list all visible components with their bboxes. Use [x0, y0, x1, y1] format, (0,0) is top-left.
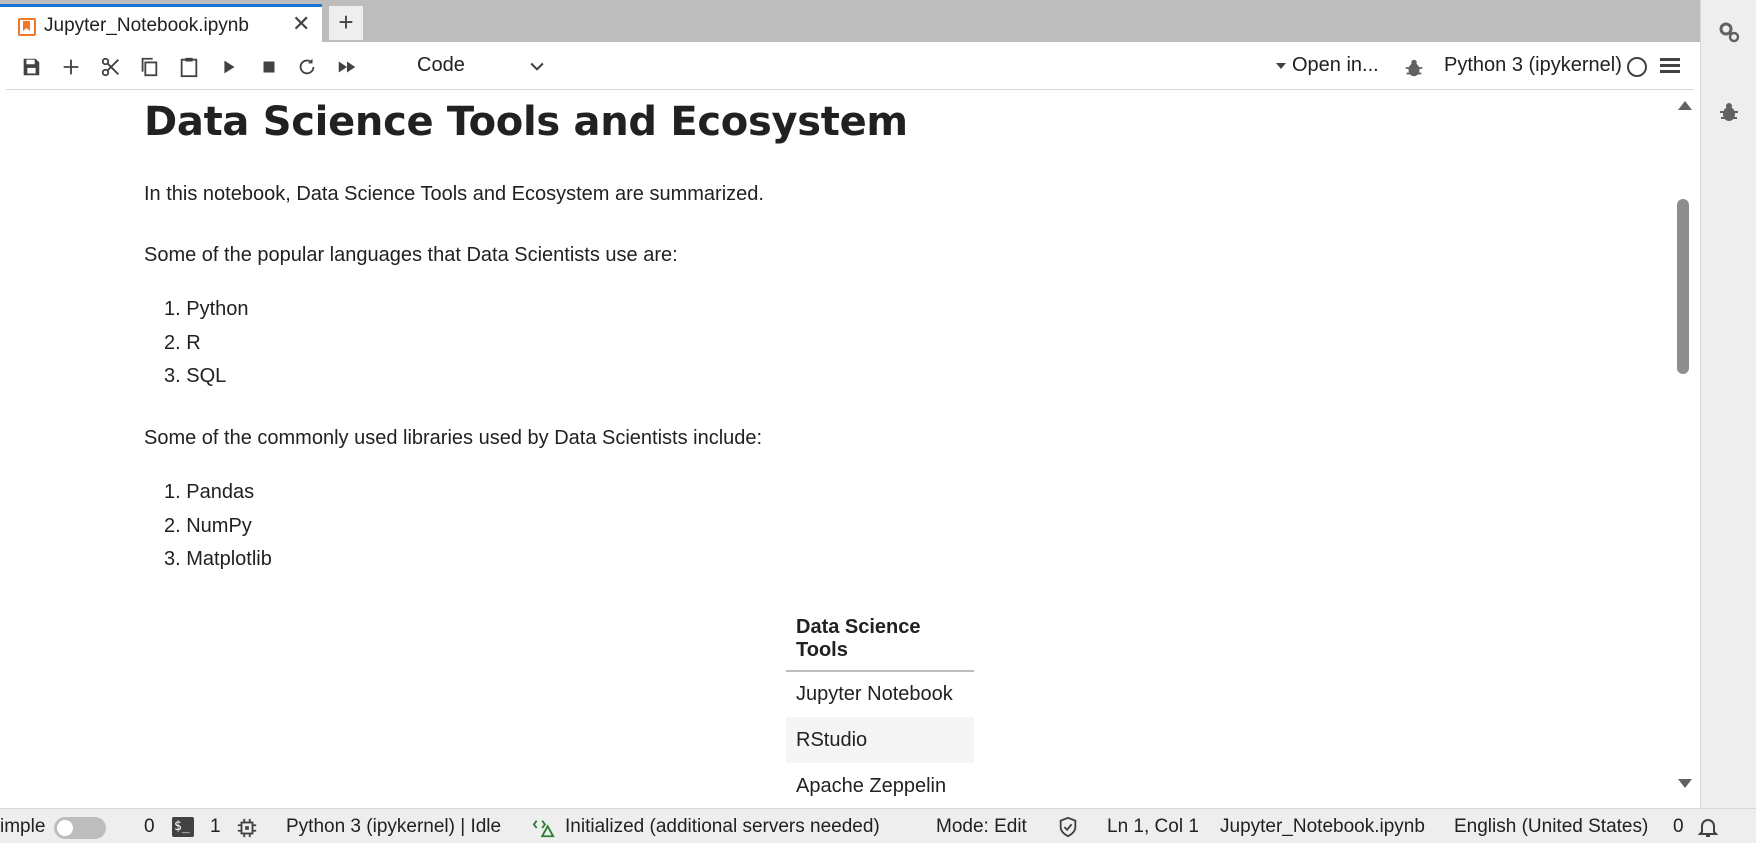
close-tab-icon[interactable]: ✕	[292, 13, 310, 35]
scissors-icon	[101, 57, 119, 77]
notifications-count[interactable]: 0	[1673, 816, 1684, 838]
bug-icon[interactable]	[1403, 57, 1425, 79]
simple-mode-label: imple	[0, 816, 46, 837]
scroll-down-arrow[interactable]	[1678, 779, 1692, 788]
cpu-icon	[237, 818, 257, 838]
caret-down-icon	[1276, 62, 1286, 69]
simple-mode-toggle[interactable]	[54, 817, 106, 839]
tools-table: Data Science Tools Jupyter Notebook RStu…	[786, 606, 974, 801]
stop-icon	[263, 61, 275, 73]
open-in-button[interactable]: Open in...	[1276, 54, 1379, 77]
notebook-heading: Data Science Tools and Ecosystem	[144, 99, 908, 145]
list-item: 1. Python	[164, 298, 249, 320]
notebook-toolbar: Code Open in... Python 3 (ipykernel)	[6, 42, 1694, 90]
run-button[interactable]	[216, 54, 242, 80]
run-all-button[interactable]	[334, 54, 360, 80]
shield-check-icon[interactable]	[1057, 816, 1079, 838]
cursor-position[interactable]: Ln 1, Col 1	[1107, 816, 1199, 838]
clipboard-icon	[180, 57, 198, 78]
status-bar: imple 0 $_ 1 Python 3 (ipykernel) | Idle…	[0, 808, 1756, 843]
table-row: Apache Zeppelin	[786, 763, 974, 801]
debugger-icon[interactable]	[1717, 100, 1741, 124]
intro-text: In this notebook, Data Science Tools and…	[144, 183, 764, 205]
insert-cell-button[interactable]	[58, 54, 84, 80]
open-in-label: Open in...	[1292, 54, 1379, 76]
table-cell: Apache Zeppelin	[796, 774, 947, 797]
languages-intro: Some of the popular languages that Data …	[144, 244, 678, 266]
cell-type-value: Code	[417, 54, 465, 76]
scroll-thumb[interactable]	[1677, 199, 1689, 374]
table-cell: RStudio	[786, 717, 974, 763]
save-button[interactable]	[18, 54, 44, 80]
kernel-status-icon	[1627, 57, 1647, 77]
notebook-panel: Data Science Tools and Ecosystem In this…	[6, 91, 1694, 801]
language-selector[interactable]: English (United States)	[1454, 816, 1648, 838]
tab-bar: Jupyter_Notebook.ipynb ✕ +	[0, 0, 1700, 42]
kernel-status[interactable]: Python 3 (ipykernel) | Idle	[286, 816, 501, 838]
restart-button[interactable]	[294, 54, 320, 80]
libraries-list: 1. Pandas 2. NumPy 3. Matplotlib	[144, 476, 272, 577]
terminal-icon: $_	[172, 817, 194, 837]
interrupt-button[interactable]	[256, 54, 282, 80]
scroll-up-arrow[interactable]	[1678, 101, 1692, 110]
play-icon	[224, 60, 235, 74]
table-row: Jupyter Notebook	[786, 671, 974, 717]
table-header: Data Science Tools	[786, 606, 974, 672]
cut-button[interactable]	[98, 54, 124, 80]
notebook-icon	[18, 18, 36, 36]
notebook-tab[interactable]: Jupyter_Notebook.ipynb ✕	[0, 4, 322, 42]
list-item: 3. Matplotlib	[164, 548, 272, 570]
editor-mode: Mode: Edit	[936, 816, 1027, 837]
lsp-status[interactable]: Initialized (additional servers needed)	[565, 816, 880, 838]
right-sidebar	[1700, 0, 1756, 843]
menu-icon[interactable]	[1660, 58, 1680, 74]
list-item: 2. R	[164, 331, 201, 354]
fast-forward-icon	[338, 61, 356, 73]
property-inspector-icon[interactable]	[1717, 20, 1741, 44]
vertical-scrollbar[interactable]	[1672, 91, 1694, 801]
new-tab-button[interactable]: +	[329, 6, 363, 40]
plus-icon	[63, 59, 79, 75]
table-row: RStudio	[786, 717, 974, 763]
list-item: 3. SQL	[164, 365, 227, 387]
list-item: 2. NumPy	[164, 514, 252, 537]
kernel-name-button[interactable]: Python 3 (ipykernel)	[1444, 54, 1622, 77]
list-item: 1. Pandas	[164, 481, 255, 503]
save-icon	[23, 58, 40, 76]
refresh-icon	[299, 58, 315, 75]
paste-button[interactable]	[176, 54, 202, 80]
copy-icon	[141, 57, 158, 77]
lsp-warning-icon	[532, 820, 555, 838]
libraries-intro: Some of the commonly used libraries used…	[144, 427, 763, 449]
chevron-down-icon	[530, 62, 544, 71]
terminals-count[interactable]: 0	[144, 816, 155, 838]
tab-title: Jupyter_Notebook.ipynb	[44, 15, 249, 36]
languages-list: 1. Python 2. R 3. SQL	[144, 293, 249, 394]
cell-type-select[interactable]: Code	[417, 54, 549, 82]
kernels-count[interactable]: 1	[210, 816, 221, 838]
table-cell: Jupyter Notebook	[796, 683, 953, 705]
copy-button[interactable]	[136, 54, 162, 80]
bell-icon[interactable]	[1696, 815, 1720, 839]
status-filename: Jupyter_Notebook.ipynb	[1220, 816, 1425, 837]
